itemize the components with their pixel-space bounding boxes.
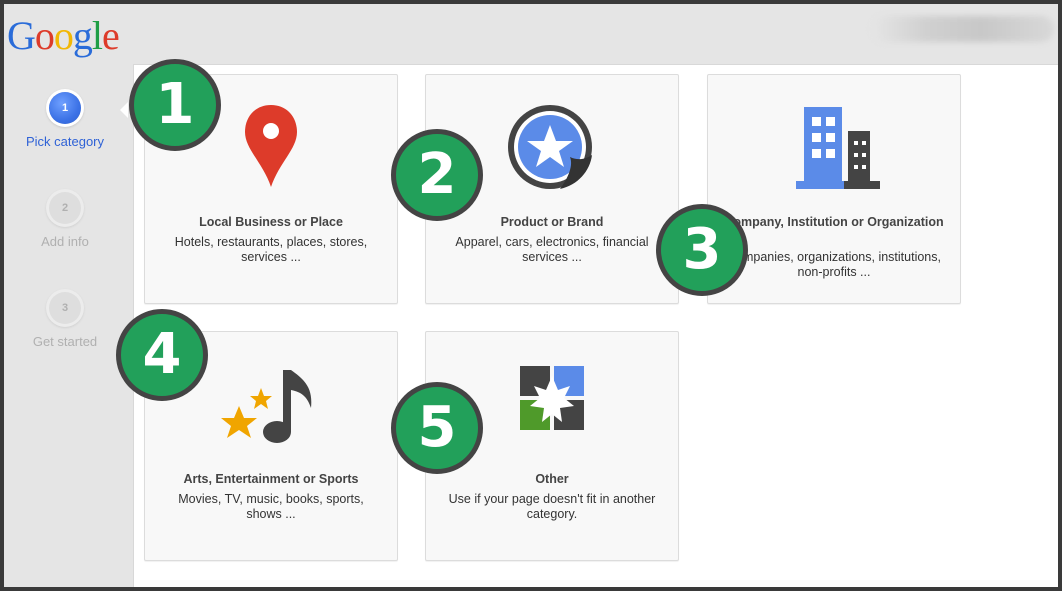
card-description: Use if your page doesn't fit in another …	[448, 492, 656, 521]
active-step-pointer	[120, 102, 128, 118]
step-get-started[interactable]: 3 Get started	[4, 292, 126, 349]
building-icon	[708, 101, 960, 193]
step-label: Add info	[41, 234, 89, 249]
logo-letter: e	[102, 13, 120, 58]
logo-letter: l	[91, 13, 103, 58]
step-label: Get started	[32, 334, 98, 349]
category-card-company[interactable]: Company, Institution or Organization Com…	[707, 74, 961, 304]
step-number: 1	[49, 92, 81, 124]
account-area-blurred[interactable]	[872, 16, 1054, 42]
google-logo[interactable]: Google	[7, 12, 120, 60]
annotation-badge-4: 4	[116, 309, 208, 401]
card-description: Companies, organizations, institutions, …	[726, 250, 941, 279]
logo-letter: o	[53, 13, 74, 58]
annotation-badge-2: 2	[391, 129, 483, 221]
card-title: Other	[535, 472, 569, 486]
card-description: Movies, TV, music, books, sports, shows …	[178, 492, 364, 521]
logo-letter: o	[34, 13, 55, 58]
card-description: Hotels, restaurants, places, stores, ser…	[174, 235, 368, 264]
step-label: Pick category	[25, 134, 105, 149]
card-description: Apparel, cars, electronics, financial se…	[455, 235, 649, 264]
card-title: Product or Brand	[500, 215, 604, 229]
logo-letter: G	[7, 13, 36, 58]
step-pick-category[interactable]: 1 Pick category	[4, 92, 126, 149]
annotation-badge-3: 3	[656, 204, 748, 296]
step-number: 2	[49, 192, 81, 224]
step-add-info[interactable]: 2 Add info	[4, 192, 126, 249]
card-title: Arts, Entertainment or Sports	[183, 472, 359, 486]
card-title: Local Business or Place	[199, 215, 343, 229]
app-window: Google 1 Pick category 2 Add info 3 Get …	[4, 4, 1058, 587]
annotation-badge-5: 5	[391, 382, 483, 474]
card-title: Company, Institution or Organization	[724, 215, 944, 229]
annotation-badge-1: 1	[129, 59, 221, 151]
logo-letter: g	[72, 13, 93, 58]
step-number: 3	[49, 292, 81, 324]
